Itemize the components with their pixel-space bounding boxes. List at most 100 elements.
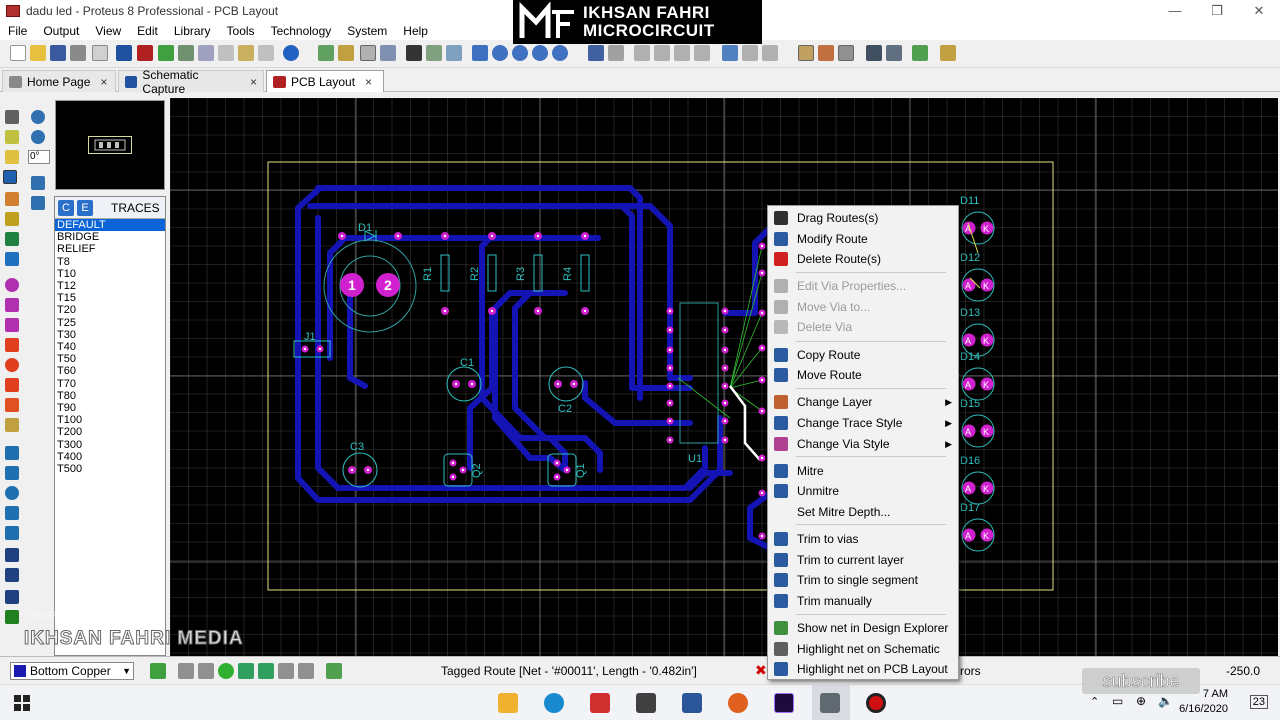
route-2-icon[interactable] — [258, 663, 274, 679]
ratsnest-mode-icon[interactable] — [5, 232, 19, 246]
dil-pad-icon[interactable] — [5, 318, 19, 332]
rotation-angle-field[interactable]: 0° — [28, 150, 50, 164]
menu-item-trim-to-current-layer[interactable]: Trim to current layer — [768, 550, 958, 570]
trace-style-item[interactable]: T300 — [55, 439, 165, 451]
menu-library[interactable]: Library — [166, 24, 219, 38]
tab-pcb-layout[interactable]: PCB Layout × — [266, 70, 384, 92]
menu-item-set-mitre-depth[interactable]: Set Mitre Depth... — [768, 502, 958, 522]
help-icon[interactable] — [283, 45, 299, 61]
grid-icon[interactable] — [360, 45, 376, 61]
trace-style-item[interactable]: T15 — [55, 292, 165, 304]
paste-icon[interactable] — [674, 45, 690, 61]
close-button[interactable]: ✕ — [1238, 0, 1280, 22]
route-icon[interactable] — [238, 663, 254, 679]
menu-item-trim-manually[interactable]: Trim manually — [768, 591, 958, 611]
block-copy-icon[interactable] — [694, 45, 710, 61]
tab-close-icon[interactable]: × — [365, 75, 372, 89]
tab-close-icon[interactable]: × — [250, 75, 257, 89]
trace-style-item[interactable]: T8 — [55, 256, 165, 268]
marker-icon[interactable] — [5, 590, 19, 604]
menu-file[interactable]: File — [0, 24, 35, 38]
copy-icon[interactable] — [654, 45, 670, 61]
selection-mode-icon[interactable] — [5, 110, 19, 124]
pcb-icon[interactable] — [137, 45, 153, 61]
zoom-all-icon[interactable] — [532, 45, 548, 61]
menu-item-mitre[interactable]: Mitre — [768, 461, 958, 481]
gallery-icon[interactable] — [158, 45, 174, 61]
undo-icon[interactable] — [588, 45, 604, 61]
circular-smt-pad-icon[interactable] — [5, 358, 19, 372]
menu-item-trim-to-vias[interactable]: Trim to vias — [768, 529, 958, 549]
trace-style-item[interactable]: T25 — [55, 317, 165, 329]
recorder-icon[interactable] — [866, 693, 886, 713]
trace-style-item[interactable]: T40 — [55, 341, 165, 353]
menu-item-unmitre[interactable]: Unmitre — [768, 481, 958, 501]
menu-system[interactable]: System — [339, 24, 395, 38]
trace-style-item[interactable]: T200 — [55, 426, 165, 438]
gift-app-icon[interactable] — [590, 693, 610, 713]
edge-browser-icon[interactable] — [544, 693, 564, 713]
simulation-icon[interactable] — [178, 45, 194, 61]
mirror-horizontal-icon[interactable] — [31, 176, 45, 190]
trace-style-item[interactable]: T70 — [55, 378, 165, 390]
open-folder-icon[interactable] — [30, 45, 46, 61]
windows-start-icon[interactable] — [14, 695, 30, 711]
zoom-in-icon[interactable] — [492, 45, 508, 61]
word-icon[interactable] — [682, 693, 702, 713]
menu-item-highlight-net-on-pcb-layout[interactable]: Highlight net on PCB Layout — [768, 659, 958, 679]
bom-icon[interactable] — [238, 45, 254, 61]
volume-icon[interactable]: 🔈 — [1158, 694, 1173, 708]
arc-icon[interactable] — [5, 506, 19, 520]
step-icon[interactable] — [198, 663, 214, 679]
dimension-icon[interactable] — [5, 610, 19, 624]
edit-trace-button[interactable]: E — [77, 199, 93, 216]
trace-style-item[interactable]: T12 — [55, 280, 165, 292]
menu-output[interactable]: Output — [35, 24, 87, 38]
save-icon[interactable] — [50, 45, 66, 61]
track-mode-icon[interactable] — [3, 170, 17, 184]
schematic-icon[interactable] — [116, 45, 132, 61]
gerber-icon[interactable] — [218, 45, 234, 61]
layer-switch-icon[interactable] — [150, 663, 166, 679]
zoom-out-icon[interactable] — [512, 45, 528, 61]
padstack-icon[interactable] — [5, 418, 19, 432]
trace-style-item[interactable]: T100 — [55, 414, 165, 426]
play-icon[interactable] — [178, 663, 194, 679]
trace-style-item[interactable]: RELIEF — [55, 243, 165, 255]
menu-item-drag-routes-s[interactable]: Drag Routes(s) — [768, 208, 958, 228]
chevron-up-icon[interactable]: ⌃ — [1090, 695, 1099, 708]
3d-viewer-icon[interactable] — [198, 45, 214, 61]
box-icon[interactable] — [5, 466, 19, 480]
power-plane-icon[interactable] — [886, 45, 902, 61]
home-page-icon[interactable] — [92, 45, 108, 61]
new-file-icon[interactable] — [10, 45, 26, 61]
zoom-area-icon[interactable] — [552, 45, 568, 61]
menu-item-trim-to-single-segment[interactable]: Trim to single segment — [768, 570, 958, 590]
tab-home-page[interactable]: Home Page × — [2, 70, 116, 92]
polygon-pad-icon[interactable] — [5, 398, 19, 412]
trace-style-item[interactable]: T400 — [55, 451, 165, 463]
edge-pad-icon[interactable] — [5, 338, 19, 352]
flip-icon[interactable] — [338, 45, 354, 61]
square-pad-icon[interactable] — [5, 298, 19, 312]
metric-icon[interactable] — [406, 45, 422, 61]
menu-item-move-route[interactable]: Move Route — [768, 365, 958, 385]
menu-item-show-net-in-design-explorer[interactable]: Show net in Design Explorer — [768, 618, 958, 638]
notification-center-icon[interactable]: 23 — [1249, 695, 1268, 709]
zone-mode-icon[interactable] — [5, 212, 19, 226]
maximize-button[interactable]: ❐ — [1196, 0, 1238, 22]
cross-icon[interactable] — [298, 663, 314, 679]
menu-item-change-layer[interactable]: Change Layer ▶ — [768, 392, 958, 412]
search-tag-icon[interactable] — [866, 45, 882, 61]
round-pad-icon[interactable] — [5, 278, 19, 292]
network-icon[interactable]: ▭ — [1112, 694, 1123, 708]
trace-style-item[interactable]: T50 — [55, 353, 165, 365]
pick-trace-button[interactable]: C — [58, 199, 74, 216]
via-mode-icon[interactable] — [5, 192, 19, 206]
measure-icon[interactable] — [940, 45, 956, 61]
file-explorer-icon[interactable] — [498, 693, 518, 713]
circle-icon[interactable] — [5, 486, 19, 500]
trace-style-item[interactable]: T90 — [55, 402, 165, 414]
line-icon[interactable] — [5, 446, 19, 460]
path-icon[interactable] — [5, 526, 19, 540]
